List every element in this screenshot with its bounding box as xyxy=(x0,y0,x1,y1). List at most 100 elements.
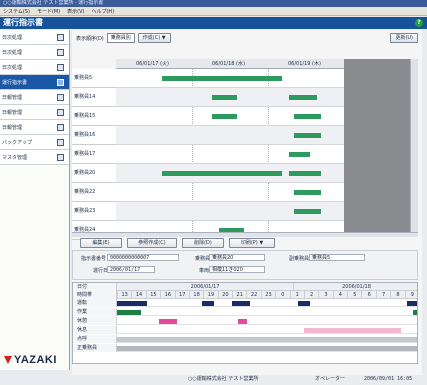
sidebar-item-label: 運行指示書 xyxy=(2,79,28,86)
subcrew-label: 副乗務員 xyxy=(289,256,310,262)
gantt-row[interactable] xyxy=(116,126,344,145)
gantt-row-label[interactable]: 乗務員17 xyxy=(72,145,116,164)
timeline-row-label: 休息 xyxy=(73,326,117,334)
gantt-bar[interactable] xyxy=(161,171,283,176)
crew-label: 乗務員 xyxy=(195,256,211,262)
reference-create-button[interactable]: 参照作成(C) xyxy=(127,237,177,248)
update-button[interactable]: 更新(U) xyxy=(390,33,418,43)
gantt-row[interactable] xyxy=(116,183,344,202)
timeline-hour-cell: 20 xyxy=(217,291,232,299)
backup-icon xyxy=(57,139,64,146)
timeline-hour-cell: 23 xyxy=(260,291,275,299)
timeline-hour-cell: 1 xyxy=(289,291,304,299)
timeline-segment xyxy=(412,310,417,315)
sidebar-item-report-2[interactable]: 日報管理 xyxy=(0,105,69,120)
timeline-segment xyxy=(406,301,417,306)
menu-item-mode[interactable]: モード(M) xyxy=(37,8,60,15)
sidebar-item-daily-2[interactable]: 日次処理 xyxy=(0,45,69,60)
delete-button[interactable]: 削除(D) xyxy=(182,237,224,248)
window-title-bar: ○○運輸株式会社 テスト営業所 - 運行指示書 xyxy=(0,0,427,7)
timeline-hour-cell: 3 xyxy=(318,291,332,299)
gantt-row-label[interactable]: 乗務員15 xyxy=(72,107,116,126)
status-bar: ○○運輸株式会社 テスト営業所 オペレーター 2006/09/01 16:05 xyxy=(72,374,422,384)
sidebar-item-report-1[interactable]: 日報管理 xyxy=(0,90,69,105)
subcrew-field: 乗務員5 xyxy=(309,254,365,261)
sidebar-item-master[interactable]: マスタ管理 xyxy=(0,150,69,165)
print-button[interactable]: 印刷(P) ▼ xyxy=(229,237,275,248)
sidebar-item-daily-3[interactable]: 日次処理 xyxy=(0,60,69,75)
gantt-row-label[interactable]: 乗務員22 xyxy=(72,183,116,202)
gantt-row[interactable] xyxy=(116,202,344,221)
gantt-row[interactable] xyxy=(116,164,344,183)
gantt-row-label[interactable]: 乗務員16 xyxy=(72,126,116,145)
menu-item-system[interactable]: システム(S) xyxy=(3,8,30,15)
crew-field: 乗務員20 xyxy=(209,254,265,261)
timeline-panel: 日付 2006/01/17 2006/01/18 時間帯 13 14 15 16 17 1… xyxy=(72,282,418,364)
timeline-hour-cell: 18 xyxy=(188,291,203,299)
sidebar-item-label: 日次処理 xyxy=(2,34,23,41)
gantt-bar[interactable] xyxy=(289,95,317,100)
operation-date-field: 2006/01/17 xyxy=(107,266,155,273)
menu-item-help[interactable]: ヘルプ(H) xyxy=(91,8,114,15)
timeline-segment xyxy=(201,301,214,306)
status-company: ○○運輸株式会社 テスト営業所 xyxy=(188,376,259,382)
timeline-row-label: 正乗務員 xyxy=(73,344,117,352)
timeline-hour-cell: 21 xyxy=(232,291,246,299)
timeline-row: 作業 xyxy=(73,308,417,316)
menu-bar: システム(S) モード(M) 表示(V) ヘルプ(H) xyxy=(0,7,427,16)
timeline-hour-cell: 22 xyxy=(246,291,260,299)
create-button[interactable]: 作成(C) ▼ xyxy=(137,33,171,43)
gantt-bar[interactable] xyxy=(161,76,283,81)
vertical-scrollbar[interactable] xyxy=(410,59,418,232)
gantt-row-label[interactable]: 乗務員5 xyxy=(72,69,116,88)
gantt-bar[interactable] xyxy=(293,133,322,138)
sidebar-item-label: マスタ管理 xyxy=(2,154,28,161)
timeline-hour-cell: 2 xyxy=(303,291,318,299)
sidebar-item-dispatch[interactable]: 運行指示書 xyxy=(0,75,69,90)
gantt-grid[interactable] xyxy=(116,69,344,232)
sidebar-item-backup[interactable]: バックアップ xyxy=(0,135,69,150)
edit-button[interactable]: 編集(E) xyxy=(80,237,122,248)
gantt-row[interactable] xyxy=(116,145,344,164)
help-icon[interactable]: ? xyxy=(415,19,423,27)
gantt-row[interactable] xyxy=(116,69,344,88)
gantt-bar[interactable] xyxy=(289,152,310,157)
sidebar: 日次処理 日次処理 日次処理 運行指示書 日報管理 日報管理 日報管理 バックア… xyxy=(0,30,70,370)
logo: YAZAKI xyxy=(4,354,57,366)
gantt-row-label[interactable]: 乗務員23 xyxy=(72,202,116,221)
gantt-bar[interactable] xyxy=(289,171,322,176)
instruction-no-label: 指示書番号 xyxy=(81,256,107,262)
timeline-hour-cell: 15 xyxy=(145,291,160,299)
timeline-hour-cell: 8 xyxy=(390,291,404,299)
timeline-date-2: 2006/01/18 xyxy=(293,283,417,291)
gantt-date-header: 06/01/17 (火) 06/01/18 (水) 06/01/19 (木) xyxy=(116,59,344,69)
gantt-row-label[interactable]: 乗務員14 xyxy=(72,88,116,107)
gantt-bar[interactable] xyxy=(211,114,237,119)
gantt-empty-area xyxy=(344,59,410,232)
sidebar-item-label: 日報管理 xyxy=(2,109,23,116)
toolbar: 表示順序(D) 乗務員別 作成(C) ▼ 更新(U) xyxy=(72,31,422,45)
timeline-row: 正乗務員 xyxy=(73,344,417,352)
timeline-hour-cell: 13 xyxy=(117,291,131,299)
gantt-bar[interactable] xyxy=(293,209,322,214)
timeline-segment xyxy=(304,328,401,333)
document-icon xyxy=(57,34,64,41)
menu-item-view[interactable]: 表示(V) xyxy=(67,8,84,15)
sidebar-item-report-3[interactable]: 日報管理 xyxy=(0,120,69,135)
timeline-row-label: 休憩 xyxy=(73,317,117,325)
gantt-bar[interactable] xyxy=(293,114,322,119)
timeline-segment xyxy=(237,319,247,324)
gantt-row[interactable] xyxy=(116,107,344,126)
gantt-bar[interactable] xyxy=(293,190,322,195)
timeline-date-label: 日付 xyxy=(73,283,117,291)
gantt-row[interactable] xyxy=(116,221,344,232)
gantt-bar[interactable] xyxy=(211,95,237,100)
document-icon xyxy=(57,49,64,56)
timeline-row: 休憩 xyxy=(73,317,417,325)
sidebar-item-daily-1[interactable]: 日次処理 xyxy=(0,30,69,45)
settings-icon xyxy=(57,109,64,116)
sort-select[interactable]: 乗務員別 xyxy=(106,33,135,43)
gantt-row-label[interactable]: 乗務員20 xyxy=(72,164,116,183)
gantt-row[interactable] xyxy=(116,88,344,107)
timeline-hour-cell: 17 xyxy=(174,291,189,299)
